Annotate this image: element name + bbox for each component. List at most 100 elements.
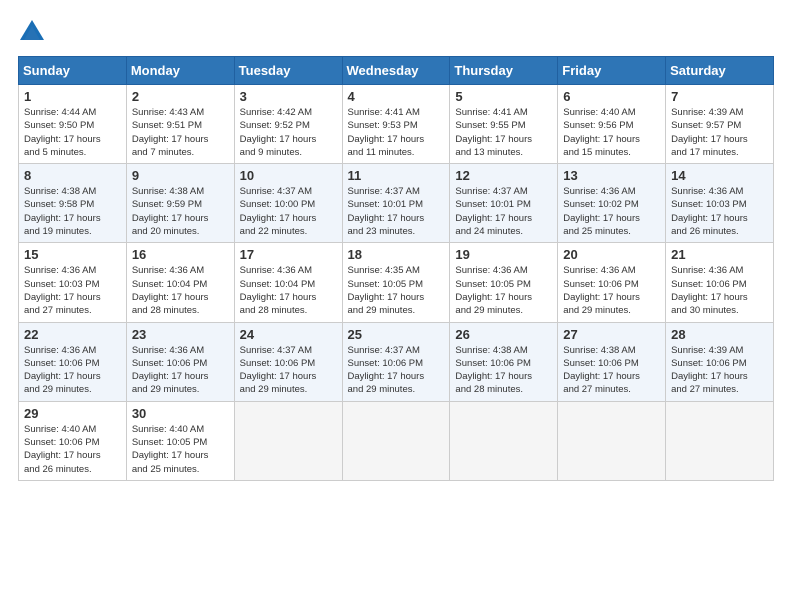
day-cell: 13 Sunrise: 4:36 AM Sunset: 10:02 PM Dayl…: [558, 164, 666, 243]
day-info: Sunrise: 4:36 AM Sunset: 10:03 PM Daylig…: [24, 264, 121, 317]
header: [18, 18, 774, 46]
day-cell: 19Sunrise: 4:36 AM Sunset: 10:05 PM Dayl…: [450, 243, 558, 322]
day-number: 17: [240, 247, 337, 262]
day-info: Sunrise: 4:41 AM Sunset: 9:55 PM Dayligh…: [455, 106, 552, 159]
day-info: Sunrise: 4:36 AM Sunset: 10:03 PM Daylig…: [671, 185, 768, 238]
day-cell: 10Sunrise: 4:37 AM Sunset: 10:00 PM Dayl…: [234, 164, 342, 243]
day-info: Sunrise: 4:40 AM Sunset: 9:56 PM Dayligh…: [563, 106, 660, 159]
logo: [18, 18, 50, 46]
day-info: Sunrise: 4:38 AM Sunset: 9:59 PM Dayligh…: [132, 185, 229, 238]
day-number: 25: [348, 327, 445, 342]
day-number: 7: [671, 89, 768, 104]
day-number: 12: [455, 168, 552, 183]
day-cell: 2 Sunrise: 4:43 AM Sunset: 9:51 PM Daylig…: [126, 85, 234, 164]
day-info: Sunrise: 4:37 AM Sunset: 10:06 PM Daylig…: [240, 344, 337, 397]
day-number: 14: [671, 168, 768, 183]
day-info: Sunrise: 4:39 AM Sunset: 9:57 PM Dayligh…: [671, 106, 768, 159]
day-number: 15: [24, 247, 121, 262]
day-number: 23: [132, 327, 229, 342]
day-info: Sunrise: 4:36 AM Sunset: 10:04 PM Daylig…: [132, 264, 229, 317]
day-cell: [342, 401, 450, 480]
day-info: Sunrise: 4:38 AM Sunset: 10:06 PM Daylig…: [563, 344, 660, 397]
page: SundayMondayTuesdayWednesdayThursdayFrid…: [0, 0, 792, 491]
day-info: Sunrise: 4:39 AM Sunset: 10:06 PM Daylig…: [671, 344, 768, 397]
day-cell: 28 Sunrise: 4:39 AM Sunset: 10:06 PM Dayl…: [666, 322, 774, 401]
day-info: Sunrise: 4:35 AM Sunset: 10:05 PM Daylig…: [348, 264, 445, 317]
day-info: Sunrise: 4:42 AM Sunset: 9:52 PM Dayligh…: [240, 106, 337, 159]
day-info: Sunrise: 4:36 AM Sunset: 10:06 PM Daylig…: [671, 264, 768, 317]
day-cell: [558, 401, 666, 480]
weekday-header-friday: Friday: [558, 57, 666, 85]
day-cell: 27 Sunrise: 4:38 AM Sunset: 10:06 PM Dayl…: [558, 322, 666, 401]
day-number: 11: [348, 168, 445, 183]
day-number: 9: [132, 168, 229, 183]
day-info: Sunrise: 4:40 AM Sunset: 10:06 PM Daylig…: [24, 423, 121, 476]
day-cell: 15 Sunrise: 4:36 AM Sunset: 10:03 PM Dayl…: [19, 243, 127, 322]
day-number: 2: [132, 89, 229, 104]
day-cell: 6 Sunrise: 4:40 AM Sunset: 9:56 PM Daylig…: [558, 85, 666, 164]
day-number: 24: [240, 327, 337, 342]
day-number: 16: [132, 247, 229, 262]
day-cell: 11Sunrise: 4:37 AM Sunset: 10:01 PM Dayl…: [342, 164, 450, 243]
logo-icon: [18, 18, 46, 46]
day-info: Sunrise: 4:38 AM Sunset: 10:06 PM Daylig…: [455, 344, 552, 397]
week-row-3: 15 Sunrise: 4:36 AM Sunset: 10:03 PM Dayl…: [19, 243, 774, 322]
week-row-4: 22 Sunrise: 4:36 AM Sunset: 10:06 PM Dayl…: [19, 322, 774, 401]
day-cell: 16 Sunrise: 4:36 AM Sunset: 10:04 PM Dayl…: [126, 243, 234, 322]
week-row-2: 8 Sunrise: 4:38 AM Sunset: 9:58 PM Daylig…: [19, 164, 774, 243]
weekday-header-monday: Monday: [126, 57, 234, 85]
day-number: 6: [563, 89, 660, 104]
week-row-5: 29 Sunrise: 4:40 AM Sunset: 10:06 PM Dayl…: [19, 401, 774, 480]
day-number: 28: [671, 327, 768, 342]
day-cell: 21 Sunrise: 4:36 AM Sunset: 10:06 PM Dayl…: [666, 243, 774, 322]
day-info: Sunrise: 4:37 AM Sunset: 10:01 PM Daylig…: [455, 185, 552, 238]
day-cell: 23Sunrise: 4:36 AM Sunset: 10:06 PM Dayl…: [126, 322, 234, 401]
weekday-header-thursday: Thursday: [450, 57, 558, 85]
day-info: Sunrise: 4:36 AM Sunset: 10:02 PM Daylig…: [563, 185, 660, 238]
day-cell: 25Sunrise: 4:37 AM Sunset: 10:06 PM Dayl…: [342, 322, 450, 401]
day-number: 18: [348, 247, 445, 262]
day-number: 3: [240, 89, 337, 104]
day-cell: 9 Sunrise: 4:38 AM Sunset: 9:59 PM Daylig…: [126, 164, 234, 243]
week-row-1: 1 Sunrise: 4:44 AM Sunset: 9:50 PM Daylig…: [19, 85, 774, 164]
day-cell: 24 Sunrise: 4:37 AM Sunset: 10:06 PM Dayl…: [234, 322, 342, 401]
day-info: Sunrise: 4:36 AM Sunset: 10:05 PM Daylig…: [455, 264, 552, 317]
day-number: 5: [455, 89, 552, 104]
day-info: Sunrise: 4:40 AM Sunset: 10:05 PM Daylig…: [132, 423, 229, 476]
day-number: 27: [563, 327, 660, 342]
day-cell: 7 Sunrise: 4:39 AM Sunset: 9:57 PM Daylig…: [666, 85, 774, 164]
weekday-header-saturday: Saturday: [666, 57, 774, 85]
day-cell: [666, 401, 774, 480]
day-cell: 30 Sunrise: 4:40 AM Sunset: 10:05 PM Dayl…: [126, 401, 234, 480]
day-info: Sunrise: 4:36 AM Sunset: 10:06 PM Daylig…: [563, 264, 660, 317]
day-number: 21: [671, 247, 768, 262]
day-info: Sunrise: 4:36 AM Sunset: 10:06 PM Daylig…: [24, 344, 121, 397]
day-number: 22: [24, 327, 121, 342]
weekday-header-wednesday: Wednesday: [342, 57, 450, 85]
day-cell: [234, 401, 342, 480]
day-cell: 8 Sunrise: 4:38 AM Sunset: 9:58 PM Daylig…: [19, 164, 127, 243]
day-cell: 14 Sunrise: 4:36 AM Sunset: 10:03 PM Dayl…: [666, 164, 774, 243]
day-number: 1: [24, 89, 121, 104]
day-cell: 20Sunrise: 4:36 AM Sunset: 10:06 PM Dayl…: [558, 243, 666, 322]
day-cell: 4 Sunrise: 4:41 AM Sunset: 9:53 PM Daylig…: [342, 85, 450, 164]
day-number: 30: [132, 406, 229, 421]
day-cell: 5 Sunrise: 4:41 AM Sunset: 9:55 PM Daylig…: [450, 85, 558, 164]
day-info: Sunrise: 4:38 AM Sunset: 9:58 PM Dayligh…: [24, 185, 121, 238]
day-info: Sunrise: 4:36 AM Sunset: 10:04 PM Daylig…: [240, 264, 337, 317]
day-number: 13: [563, 168, 660, 183]
calendar-table: SundayMondayTuesdayWednesdayThursdayFrid…: [18, 56, 774, 481]
day-cell: 3 Sunrise: 4:42 AM Sunset: 9:52 PM Daylig…: [234, 85, 342, 164]
day-info: Sunrise: 4:43 AM Sunset: 9:51 PM Dayligh…: [132, 106, 229, 159]
day-cell: [450, 401, 558, 480]
day-number: 26: [455, 327, 552, 342]
weekday-header-sunday: Sunday: [19, 57, 127, 85]
day-info: Sunrise: 4:44 AM Sunset: 9:50 PM Dayligh…: [24, 106, 121, 159]
weekday-header-row: SundayMondayTuesdayWednesdayThursdayFrid…: [19, 57, 774, 85]
day-number: 8: [24, 168, 121, 183]
day-number: 4: [348, 89, 445, 104]
day-info: Sunrise: 4:41 AM Sunset: 9:53 PM Dayligh…: [348, 106, 445, 159]
day-cell: 1 Sunrise: 4:44 AM Sunset: 9:50 PM Daylig…: [19, 85, 127, 164]
day-info: Sunrise: 4:37 AM Sunset: 10:00 PM Daylig…: [240, 185, 337, 238]
day-number: 29: [24, 406, 121, 421]
